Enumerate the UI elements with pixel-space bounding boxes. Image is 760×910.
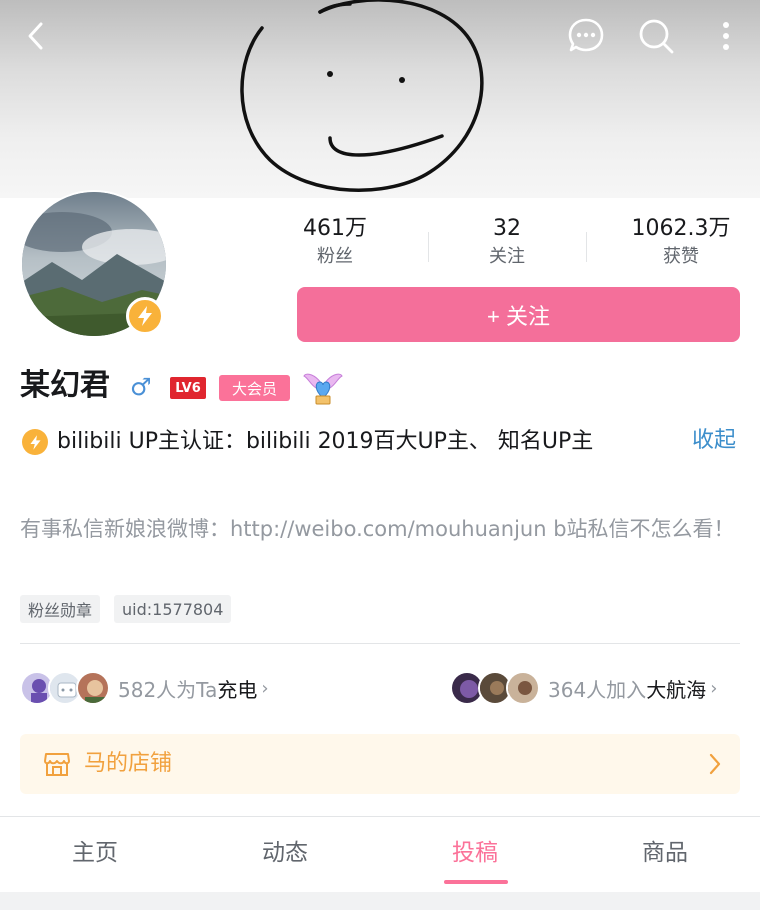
tab-dynamics[interactable]: 动态: [190, 817, 380, 892]
user-name: 某幻君: [20, 368, 110, 403]
stat-value: 1062.3万: [631, 216, 731, 241]
stat-label: 粉丝: [317, 246, 353, 267]
stat-label: 关注: [489, 246, 525, 267]
storefront-icon: [44, 753, 70, 776]
back-button[interactable]: [14, 14, 58, 58]
stat-label: 获赞: [663, 246, 699, 267]
charge-count: 582人为Ta: [118, 677, 218, 702]
collapse-link[interactable]: 收起: [692, 424, 736, 458]
search-button[interactable]: [634, 14, 678, 58]
chat-bubble-icon: [568, 18, 604, 52]
tab-home[interactable]: 主页: [0, 817, 190, 892]
lightning-icon: [29, 434, 41, 450]
stat-value: 32: [493, 216, 521, 241]
verified-badge: [126, 297, 164, 335]
profile-tabs: 主页 动态 投稿 商品: [0, 817, 760, 892]
avatar: [76, 671, 110, 705]
guard-avatars: [450, 671, 540, 705]
charge-entry[interactable]: 582人为Ta 充电 ›: [20, 670, 269, 706]
divider: [20, 643, 740, 644]
level-badge[interactable]: LV6: [170, 377, 206, 399]
shop-entry[interactable]: 马的店铺: [20, 734, 740, 794]
vip-badge[interactable]: 大会员: [219, 375, 290, 401]
tab-products[interactable]: 商品: [570, 817, 760, 892]
more-button[interactable]: [704, 14, 748, 58]
charge-label: 充电: [217, 677, 258, 702]
stat-fans[interactable]: 461万 粉丝: [250, 214, 420, 270]
active-tab-indicator: [444, 880, 508, 884]
guard-label: 大航海: [646, 677, 707, 702]
profile-tags: 粉丝勋章 uid:1577804: [20, 595, 232, 623]
avatar: [506, 671, 540, 705]
message-button[interactable]: [564, 14, 608, 58]
stat-value: 461万: [303, 216, 367, 241]
search-icon: [639, 19, 674, 54]
divider: [586, 232, 587, 262]
bio-text: 有事私信新娘浪微博：http://weibo.com/mouhuanjun b站…: [20, 517, 735, 541]
guard-count: 364人加入: [548, 677, 647, 702]
charge-avatars: [20, 671, 110, 705]
chevron-right-icon: [709, 753, 721, 775]
vertical-dots-icon: [723, 22, 729, 50]
male-icon: ♂: [130, 373, 152, 401]
stat-likes[interactable]: 1062.3万 获赞: [596, 214, 760, 270]
profile-stats: 461万 粉丝 32 关注 1062.3万 获赞: [250, 214, 760, 272]
guard-entry[interactable]: 364人加入 大航海 ›: [450, 670, 717, 706]
chevron-left-icon: [28, 22, 43, 50]
certification-text: bilibili UP主认证：bilibili 2019百大UP主、 知名UP主: [57, 429, 594, 454]
fan-medal-tag[interactable]: 粉丝勋章: [20, 595, 101, 623]
lightning-icon: [138, 306, 152, 326]
winged-heart-pendant-icon[interactable]: [302, 366, 344, 406]
follow-button[interactable]: + 关注: [297, 287, 740, 342]
profile-banner: [0, 0, 760, 198]
uid-tag[interactable]: uid:1577804: [114, 595, 232, 623]
chevron-right-icon: ›: [710, 677, 718, 699]
stat-following[interactable]: 32 关注: [422, 214, 592, 270]
content-area-top: [0, 892, 760, 910]
certified-icon: [22, 429, 48, 455]
shop-label: 马的店铺: [84, 751, 173, 776]
chevron-right-icon: ›: [261, 677, 269, 699]
